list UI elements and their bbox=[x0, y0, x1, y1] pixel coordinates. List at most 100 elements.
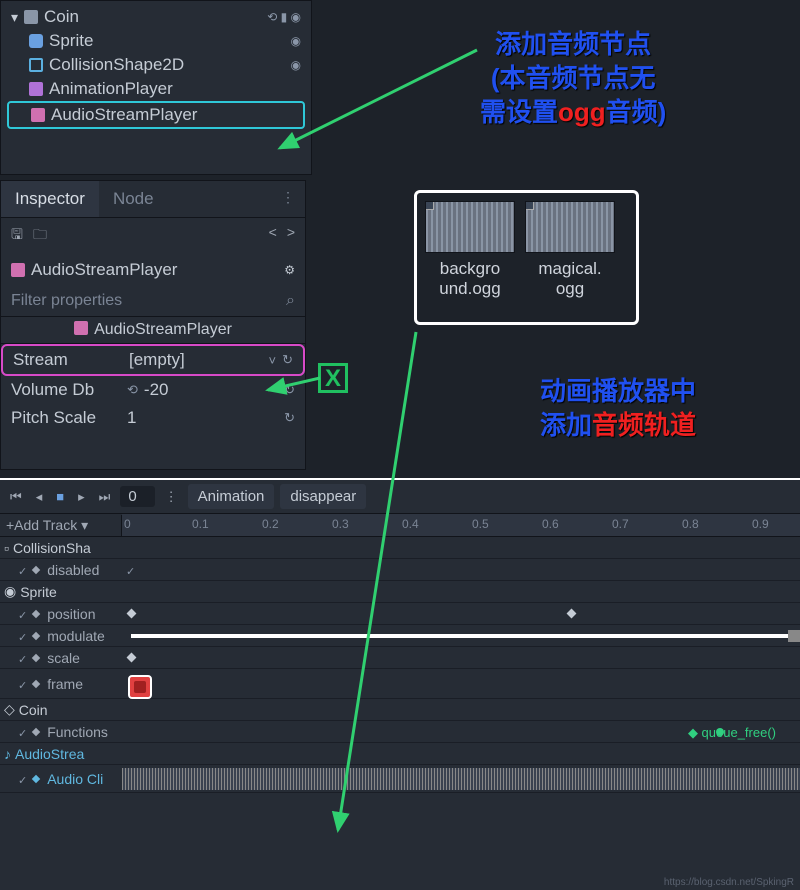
tick: 0.2 bbox=[262, 517, 279, 531]
history-forward-icon[interactable]: > bbox=[287, 224, 295, 248]
keyframe-area[interactable] bbox=[122, 625, 800, 647]
keyframe-area[interactable] bbox=[122, 647, 800, 669]
prop-value[interactable]: 1 bbox=[127, 408, 278, 428]
tree-node-coin[interactable]: ▾ Coin ⟲ ▮ ◉ bbox=[7, 5, 305, 29]
track-functions[interactable]: Functions ◆ queue_free() bbox=[0, 721, 800, 743]
node-label: AnimationPlayer bbox=[49, 79, 301, 99]
scrub-icon[interactable]: ⋮ bbox=[161, 487, 182, 507]
anim-first-icon[interactable]: ⏮ bbox=[6, 487, 26, 507]
track-sprite[interactable]: ◉Sprite bbox=[0, 581, 800, 603]
node-label: CollisionShape2D bbox=[49, 55, 285, 75]
audio-waveform-area[interactable] bbox=[122, 768, 800, 790]
class-header[interactable]: AudioStreamPlayer bbox=[1, 316, 305, 344]
revert-icon[interactable]: ↻ bbox=[282, 352, 293, 368]
tick: 0.3 bbox=[332, 517, 349, 531]
history-icon[interactable]: < bbox=[269, 224, 277, 248]
node-label: Coin bbox=[44, 7, 261, 27]
tab-node[interactable]: Node bbox=[99, 181, 168, 217]
animation-menu[interactable]: Animation bbox=[188, 484, 275, 509]
resource-cube-icon bbox=[425, 201, 434, 210]
reset-icon[interactable]: ⟲ bbox=[127, 382, 138, 398]
track-disabled[interactable]: disabled bbox=[0, 559, 800, 581]
audio-waveform bbox=[122, 768, 800, 790]
search-icon: ⌕ bbox=[286, 292, 295, 310]
node2d-icon bbox=[24, 10, 38, 24]
resource-name: magical. bbox=[538, 259, 601, 278]
track-frame[interactable]: frame bbox=[0, 669, 800, 699]
keyframe-area[interactable] bbox=[122, 603, 800, 625]
dropdown-icon[interactable]: ˅ bbox=[269, 353, 277, 368]
tree-node-animationplayer[interactable]: AnimationPlayer bbox=[7, 77, 305, 101]
filter-placeholder: Filter properties bbox=[11, 292, 122, 310]
audio-thumbnail bbox=[525, 201, 615, 253]
tick: 0.8 bbox=[682, 517, 699, 531]
prop-value[interactable]: -20 bbox=[144, 380, 278, 400]
animation-name-select[interactable]: disappear bbox=[280, 484, 366, 509]
track-coin[interactable]: ◇Coin bbox=[0, 699, 800, 721]
keyframe-area[interactable] bbox=[122, 559, 800, 581]
property-volumedb[interactable]: Volume Db ⟲ -20 ↻ bbox=[1, 376, 305, 404]
node-status-icons: ⟲ ▮ ◉ bbox=[267, 10, 301, 24]
visibility-icon[interactable]: ◉ bbox=[291, 34, 301, 48]
tab-menu-icon[interactable]: ⋮ bbox=[271, 181, 305, 217]
tool-icon[interactable]: ⚙ bbox=[284, 263, 295, 277]
visibility-icon[interactable]: ◉ bbox=[291, 58, 301, 72]
audio-stream-icon bbox=[74, 321, 88, 335]
track-label: Sprite bbox=[20, 584, 57, 600]
expand-icon[interactable]: ▾ bbox=[11, 9, 18, 26]
add-track-button[interactable]: +Add Track ▾ bbox=[0, 515, 122, 536]
anim-stop-icon[interactable]: ■ bbox=[52, 487, 68, 506]
anim-play-icon[interactable]: ▸ bbox=[74, 487, 89, 507]
inspector-object[interactable]: AudioStreamPlayer ⚙ bbox=[1, 254, 305, 286]
save-icon[interactable]: 🖫 bbox=[11, 224, 23, 248]
watermark: https://blog.csdn.net/SpkingR bbox=[664, 877, 794, 888]
track-label: AudioStrea bbox=[15, 746, 84, 762]
animation-frame-input[interactable]: 0 bbox=[120, 486, 154, 507]
resource-background-ogg[interactable]: backgro und.ogg bbox=[425, 201, 515, 314]
resource-magical-ogg[interactable]: magical. ogg bbox=[525, 201, 615, 314]
property-stream[interactable]: Stream [empty] ˅ ↻ bbox=[1, 344, 305, 376]
resource-cube-icon bbox=[525, 201, 534, 210]
tree-node-collisionshape[interactable]: CollisionShape2D ◉ bbox=[7, 53, 305, 77]
folder-icon[interactable]: 🗀 bbox=[33, 224, 47, 248]
prop-label: Stream bbox=[13, 350, 123, 370]
track-collisionshape[interactable]: ▫CollisionSha bbox=[0, 537, 800, 559]
track-audiostream[interactable]: ♪AudioStrea bbox=[0, 743, 800, 765]
property-pitchscale[interactable]: Pitch Scale 1 ↻ bbox=[1, 404, 305, 432]
anim-last-icon[interactable]: ⏭ bbox=[95, 487, 115, 507]
prop-label: Volume Db bbox=[11, 380, 121, 400]
time-ruler[interactable]: 0 0.1 0.2 0.3 0.4 0.5 0.6 0.7 0.8 0.9 bbox=[122, 514, 800, 536]
track-scale[interactable]: scale bbox=[0, 647, 800, 669]
track-label: CollisionSha bbox=[13, 540, 91, 556]
tick: 0.1 bbox=[192, 517, 209, 531]
node-label: Sprite bbox=[49, 31, 285, 51]
tree-node-audiostreamplayer[interactable]: AudioStreamPlayer bbox=[7, 101, 305, 129]
tick: 0.4 bbox=[402, 517, 419, 531]
tab-inspector[interactable]: Inspector bbox=[1, 181, 99, 217]
keyframe-area[interactable]: ◆ queue_free() bbox=[122, 721, 800, 743]
track-position[interactable]: position bbox=[0, 603, 800, 625]
annotation-add-audio-node: 添加音频节点 (本音频节点无 需设置ogg音频) bbox=[480, 28, 666, 129]
track-audioclip[interactable]: Audio Cli bbox=[0, 765, 800, 793]
resource-name: und.ogg bbox=[439, 279, 500, 298]
prop-value[interactable]: [empty] bbox=[129, 350, 263, 370]
inspector-object-label: AudioStreamPlayer bbox=[31, 260, 177, 280]
collision-icon bbox=[29, 58, 43, 72]
prop-label: Pitch Scale bbox=[11, 408, 121, 428]
track-label: disabled bbox=[47, 562, 99, 578]
tick: 0.5 bbox=[472, 517, 489, 531]
animation-player-icon bbox=[29, 82, 43, 96]
keyframe-area[interactable] bbox=[122, 673, 800, 695]
revert-icon[interactable]: ↻ bbox=[284, 382, 295, 398]
track-label: modulate bbox=[47, 628, 105, 644]
tree-node-sprite[interactable]: Sprite ◉ bbox=[7, 29, 305, 53]
scene-tree-panel: ▾ Coin ⟲ ▮ ◉ Sprite ◉ CollisionShape2D ◉… bbox=[0, 0, 312, 175]
track-modulate[interactable]: modulate bbox=[0, 625, 800, 647]
anim-prev-icon[interactable]: ◂ bbox=[32, 487, 47, 507]
revert-icon[interactable]: ↻ bbox=[284, 410, 295, 426]
inspector-toolbar: 🖫 🗀 < > bbox=[1, 218, 305, 254]
track-label: Functions bbox=[47, 724, 108, 740]
filter-properties[interactable]: Filter properties ⌕ bbox=[1, 286, 305, 316]
animation-tracks: ▫CollisionSha disabled ◉Sprite position … bbox=[0, 537, 800, 793]
class-header-label: AudioStreamPlayer bbox=[94, 321, 232, 339]
